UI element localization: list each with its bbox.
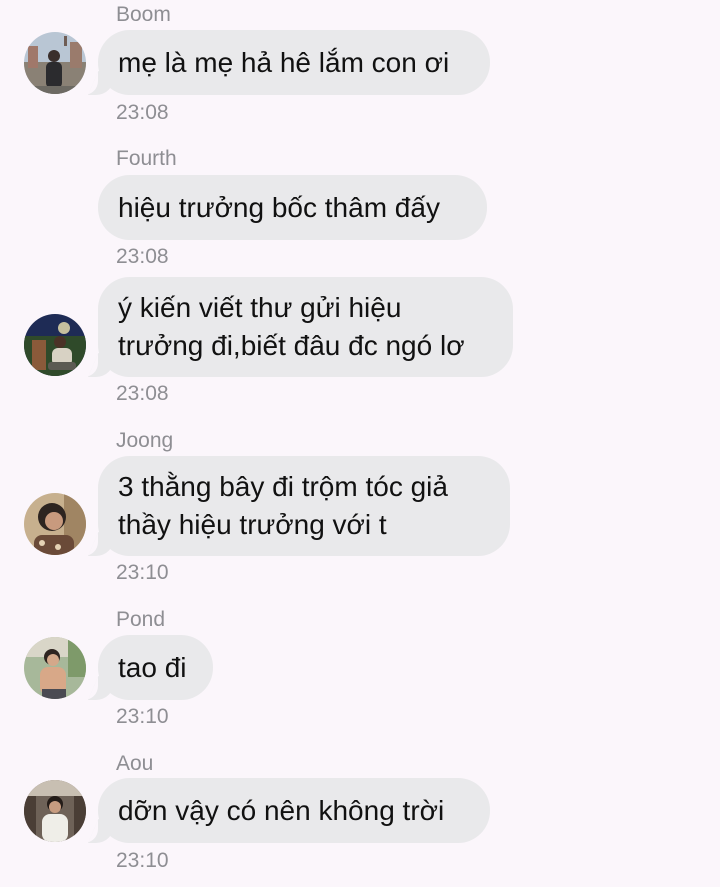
message-text-line: ý kiến viết thư gửi hiệu (118, 292, 402, 323)
sender-name: Boom (116, 3, 171, 26)
message-bubble[interactable]: dỡn vậy có nên không trời (88, 778, 490, 843)
sender-name: Pond (116, 608, 166, 631)
avatar[interactable] (24, 32, 86, 94)
avatar[interactable] (24, 493, 86, 555)
message-text: mẹ là mẹ hả hê lắm con ơi (118, 46, 450, 78)
message-bubble[interactable]: ý kiến viết thư gửi hiệu trưởng đi,biết … (88, 277, 513, 377)
sender-name: Joong (116, 429, 174, 452)
message-text-line: trưởng đi,biết đâu đc ngó lơ (118, 330, 465, 361)
message-timestamp: 23:10 (116, 849, 169, 872)
avatar[interactable] (24, 780, 86, 842)
message-text: tao đi (118, 651, 187, 683)
sender-name: Fourth (116, 147, 177, 170)
message-bubble[interactable]: mẹ là mẹ hả hê lắm con ơi (88, 30, 490, 95)
message-text-line: 3 thằng bây đi trộm tóc giả (118, 471, 448, 502)
message-bubble[interactable]: tao đi (88, 635, 213, 700)
message-timestamp: 23:10 (116, 561, 169, 584)
sender-name: Aou (116, 752, 154, 775)
message-timestamp: 23:08 (116, 382, 169, 405)
avatar[interactable] (24, 637, 86, 699)
message-text-line: thầy hiệu trưởng với t (118, 509, 387, 540)
message-timestamp: 23:08 (116, 101, 169, 124)
message-timestamp: 23:10 (116, 705, 169, 728)
avatar[interactable] (24, 314, 86, 376)
message-text: hiệu trưởng bốc thâm đấy (118, 191, 440, 223)
message-bubble[interactable]: hiệu trưởng bốc thâm đấy (98, 175, 487, 240)
message-bubble[interactable]: 3 thằng bây đi trộm tóc giả thầy hiệu tr… (88, 456, 510, 556)
message-timestamp: 23:08 (116, 245, 169, 268)
message-text: dỡn vậy có nên không trời (118, 794, 445, 826)
